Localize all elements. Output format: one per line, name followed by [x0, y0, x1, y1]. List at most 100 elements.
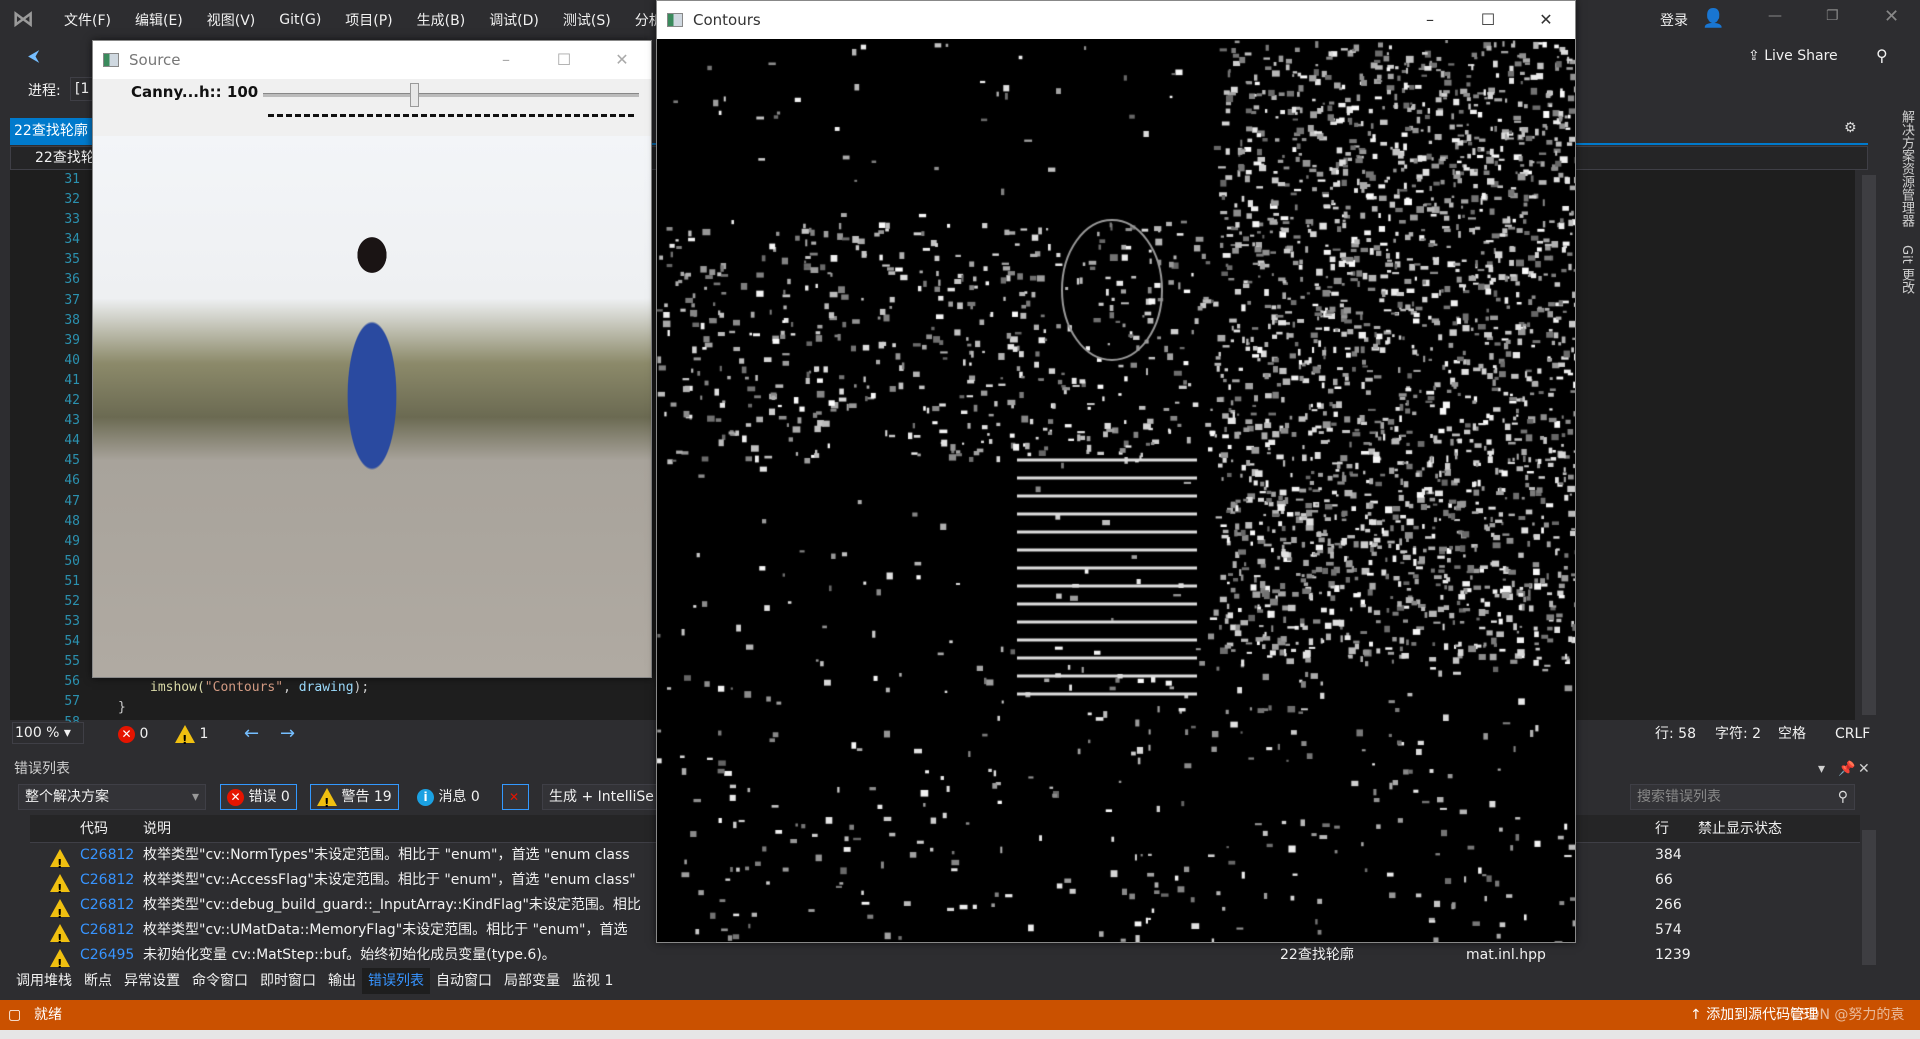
source-title-bar[interactable]: Source – ☐ ✕ — [93, 41, 651, 79]
trackbar-thumb[interactable] — [410, 83, 420, 107]
source-photo — [93, 136, 651, 677]
warning-icon — [317, 788, 337, 815]
error-code[interactable]: C26812 — [80, 893, 134, 918]
menu-git[interactable]: Git(G) — [267, 12, 333, 28]
error-code[interactable]: C26812 — [80, 868, 134, 893]
source-maximize[interactable]: ☐ — [535, 41, 593, 79]
col-desc[interactable]: 说明 — [143, 815, 171, 843]
pin-icon[interactable]: 📌 — [1838, 756, 1855, 782]
trackbar-label: Canny...h:: 100 — [131, 83, 259, 101]
error-search-input[interactable]: 搜索错误列表 ⚲ — [1630, 784, 1855, 810]
login-link[interactable]: 登录 — [1660, 10, 1688, 30]
side-tab-git-changes[interactable]: Git 更改 — [1897, 245, 1916, 294]
warnings-filter-button[interactable]: 警告 19 — [310, 784, 399, 815]
contours-window: Contours – ☐ ✕ — [656, 0, 1576, 943]
prev-issue-icon[interactable]: ← — [244, 722, 259, 746]
error-file: mat.inl.hpp — [1466, 947, 1546, 963]
line-indicator: 行: 58 — [1655, 726, 1696, 742]
code-fn: imshow( — [150, 680, 205, 695]
feedback-icon[interactable]: ⚲ — [1876, 46, 1888, 65]
panel-dropdown-icon[interactable]: ▾ — [1818, 756, 1825, 782]
warning-count[interactable]: 1 — [175, 722, 209, 752]
zoom-select[interactable]: 100 % ▾ — [12, 722, 84, 744]
error-desc: 枚举类型"cv::debug_build_guard::_InputArray:… — [143, 897, 641, 913]
col-suppress[interactable]: 禁止显示状态 — [1698, 815, 1782, 843]
menu-file[interactable]: 文件(F) — [52, 10, 123, 30]
contours-title-bar[interactable]: Contours – ☐ ✕ — [657, 1, 1575, 39]
panel-close-icon[interactable]: ✕ — [1858, 756, 1870, 782]
document-tab[interactable]: 22查找轮廓 — [10, 118, 100, 144]
error-line: 66 — [1655, 872, 1673, 888]
menu-edit[interactable]: 编辑(E) — [123, 10, 195, 30]
trackbar-track[interactable] — [263, 93, 639, 97]
line-numbers: 31 32 33 34 35 36 37 38 39 40 41 42 43 44 45 46 47 48 49 50… — [30, 170, 80, 730]
next-issue-icon[interactable]: → — [280, 722, 295, 746]
bottom-tab[interactable]: 自动窗口 — [430, 968, 498, 994]
minimize-button[interactable]: — — [1768, 8, 1782, 24]
close-button[interactable]: ✕ — [1884, 6, 1899, 27]
restore-button[interactable]: ❐ — [1826, 8, 1839, 24]
spaces-indicator[interactable]: 空格 — [1778, 722, 1806, 746]
col-line[interactable]: 行 — [1655, 815, 1669, 843]
menu-project[interactable]: 项目(P) — [333, 10, 404, 30]
window-icon — [667, 13, 683, 27]
settings-icon[interactable]: ⚙ — [1844, 120, 1857, 136]
error-code[interactable]: C26812 — [80, 918, 134, 943]
error-icon: ✕ — [118, 725, 135, 743]
col-code[interactable]: 代码 — [80, 815, 108, 843]
live-share-label: Live Share — [1764, 48, 1838, 64]
error-line: 384 — [1655, 847, 1682, 863]
line-number: 41 — [64, 372, 80, 388]
contours-maximize[interactable]: ☐ — [1459, 1, 1517, 39]
error-row[interactable]: C26495 未初始化变量 cv::MatStep::buf。始终初始化成员变量… — [30, 943, 1860, 977]
contours-title: Contours — [693, 11, 761, 29]
bottom-tab[interactable]: 监视 1 — [566, 968, 619, 994]
eol-indicator[interactable]: CRLF — [1835, 722, 1870, 746]
side-tab-solution-explorer[interactable]: 解决方案资源管理器 — [1899, 110, 1914, 227]
bottom-tab[interactable]: 错误列表 — [362, 968, 430, 994]
process-label: 进程: — [28, 83, 61, 99]
source-close[interactable]: ✕ — [593, 41, 651, 79]
back-icon[interactable]: ⮜ — [28, 46, 39, 66]
warning-count-value: 1 — [199, 726, 209, 742]
menu-debug[interactable]: 调试(D) — [477, 10, 551, 30]
line-number: 32 — [64, 192, 80, 208]
error-code[interactable]: C26495 — [80, 943, 134, 968]
messages-filter-label: 消息 0 — [438, 789, 480, 805]
live-share-button[interactable]: ⇪ Live Share — [1748, 48, 1838, 64]
build-filter-select[interactable]: 生成 + IntelliSe — [542, 784, 672, 810]
source-minimize[interactable]: – — [477, 41, 535, 79]
clear-filter-button[interactable]: ✕ — [502, 784, 529, 810]
warning-icon — [50, 874, 70, 902]
messages-filter-button[interactable]: i 消息 0 — [410, 784, 487, 810]
line-number: 39 — [64, 332, 80, 348]
line-number: 48 — [64, 513, 80, 529]
menu-test[interactable]: 测试(S) — [551, 10, 623, 30]
errors-filter-button[interactable]: ✕ 错误 0 — [220, 784, 297, 810]
source-title: Source — [129, 51, 181, 69]
bottom-tab[interactable]: 异常设置 — [118, 968, 186, 994]
info-icon: i — [417, 788, 434, 806]
line-number: 44 — [64, 433, 80, 449]
scope-value: 整个解决方案 — [25, 789, 109, 805]
contours-minimize[interactable]: – — [1401, 1, 1459, 39]
add-user-icon[interactable]: 👤 — [1702, 8, 1724, 29]
error-code[interactable]: C26812 — [80, 843, 134, 868]
bottom-tab[interactable]: 即时窗口 — [254, 968, 322, 994]
editor-scrollbar[interactable] — [1862, 175, 1876, 715]
bottom-tab[interactable]: 局部变量 — [498, 968, 566, 994]
error-line: 1239 — [1655, 947, 1691, 963]
contours-close[interactable]: ✕ — [1517, 1, 1575, 39]
bottom-tab[interactable]: 断点 — [78, 968, 118, 994]
error-list-scrollbar[interactable] — [1862, 830, 1876, 965]
bottom-tab[interactable]: 命令窗口 — [186, 968, 254, 994]
ready-icon: ▢ — [8, 1007, 22, 1023]
menu-build[interactable]: 生成(B) — [405, 10, 478, 30]
bottom-tab[interactable]: 输出 — [322, 968, 362, 994]
code-line: imshow("Contours", drawing); — [150, 680, 369, 695]
menu-view[interactable]: 视图(V) — [195, 10, 268, 30]
error-count[interactable]: ✕ 0 — [118, 722, 148, 746]
bottom-tab[interactable]: 调用堆栈 — [10, 968, 78, 994]
scope-select[interactable]: 整个解决方案 ▾ — [18, 784, 206, 810]
status-bar: ▢ 就绪 ↑ 添加到源代码管理 CSDN @努力的袁 — [0, 1000, 1920, 1030]
